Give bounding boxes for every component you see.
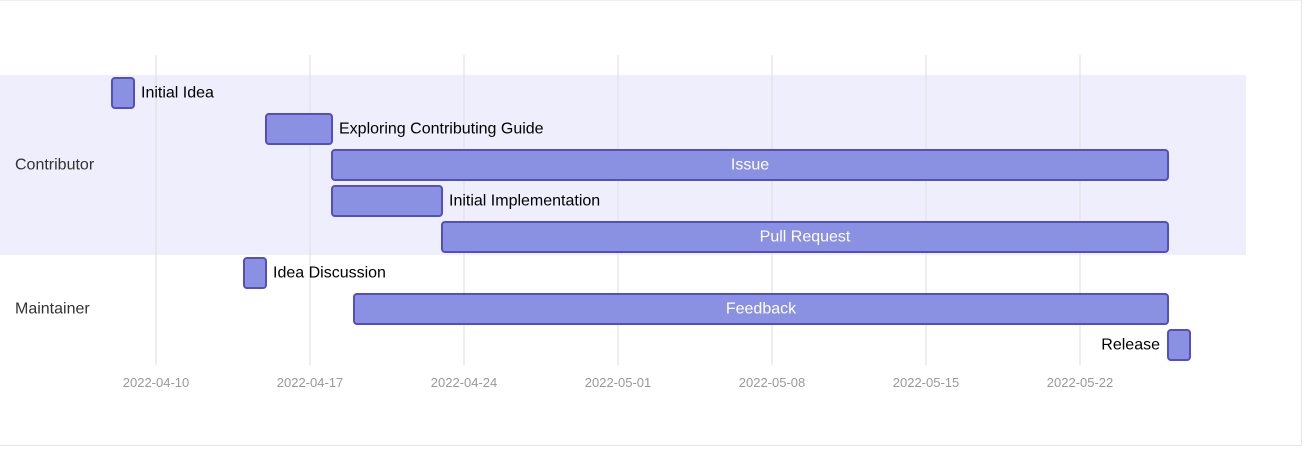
- task-label: Initial Idea: [141, 85, 214, 102]
- task-bar: [1167, 329, 1191, 361]
- x-tick-label: 2022-04-17: [277, 375, 344, 390]
- gantt-chart: 2022-04-10 2022-04-17 2022-04-24 2022-05-01…: [0, 55, 1246, 390]
- section-label-maintainer: Maintainer: [15, 301, 90, 318]
- x-tick-label: 2022-04-24: [431, 375, 498, 390]
- x-tick-label: 2022-04-10: [123, 375, 190, 390]
- task-bar: [243, 257, 267, 289]
- task-label: Issue: [731, 157, 769, 174]
- task-label: Pull Request: [760, 229, 851, 246]
- task-bar: [265, 113, 333, 145]
- x-tick-label: 2022-05-01: [585, 375, 652, 390]
- task-label: Feedback: [726, 301, 797, 318]
- chart-frame: 2022-04-10 2022-04-17 2022-04-24 2022-05-01…: [0, 0, 1302, 446]
- section-label-contributor: Contributor: [15, 157, 95, 174]
- x-tick-label: 2022-05-22: [1047, 375, 1114, 390]
- task-label: Release: [1101, 337, 1160, 354]
- task-label: Initial Implementation: [449, 193, 600, 210]
- x-axis-tick-labels: 2022-04-10 2022-04-17 2022-04-24 2022-05-01…: [123, 375, 1114, 390]
- task-label: Exploring Contributing Guide: [339, 121, 544, 138]
- x-tick-label: 2022-05-08: [739, 375, 806, 390]
- task-bar: [111, 77, 135, 109]
- x-tick-label: 2022-05-15: [893, 375, 960, 390]
- task-label: Idea Discussion: [273, 265, 386, 282]
- task-bar: [331, 185, 443, 217]
